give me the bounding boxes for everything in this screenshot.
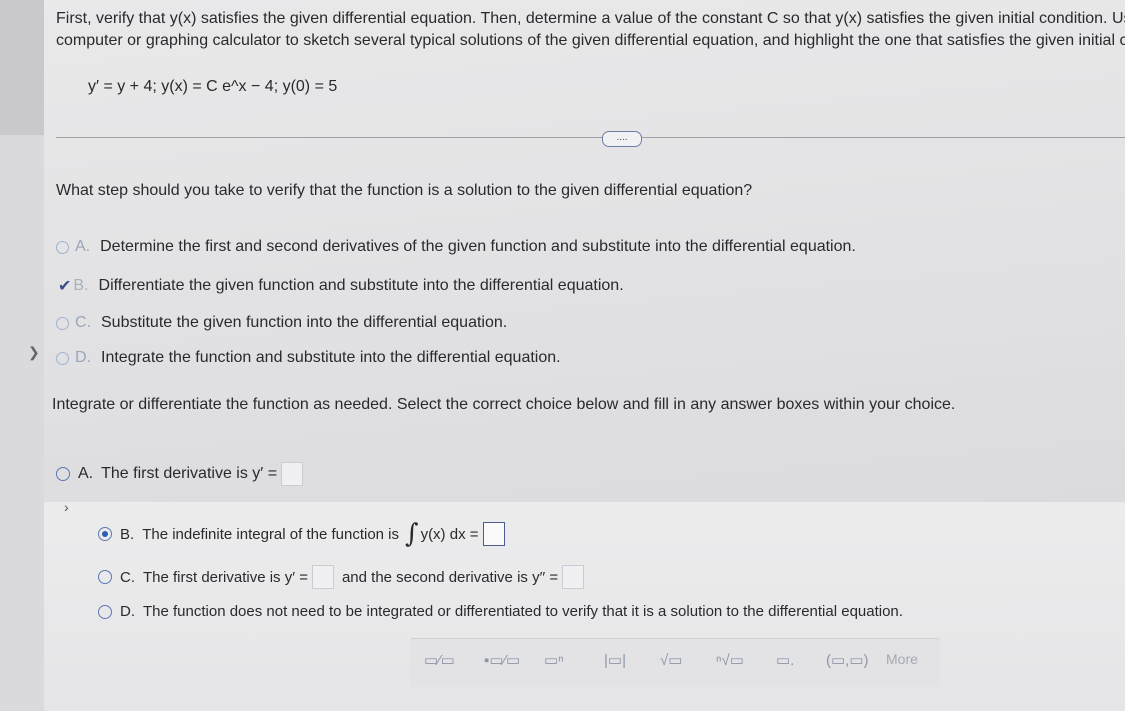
left-sidebar-band — [0, 0, 44, 135]
square-root-icon[interactable]: √▭ — [660, 651, 682, 669]
option-text: The function does not need to be integra… — [143, 603, 903, 620]
first-derivative-answer-box[interactable] — [281, 462, 304, 486]
option-text: The first derivative is y′ = — [101, 465, 278, 482]
option-text: Integrate the function and substitute in… — [101, 349, 561, 366]
option-letter: B. — [120, 525, 135, 543]
absolute-value-icon[interactable]: |▭| — [604, 651, 626, 669]
mixed-number-icon[interactable]: ▪▭⁄▭ — [484, 651, 520, 669]
option-text: Differentiate the given function and sub… — [98, 277, 624, 294]
radio-icon[interactable] — [98, 604, 112, 619]
problem-statement: First, verify that y(x) satisfies the gi… — [56, 8, 1125, 52]
first-derivative-box[interactable] — [311, 565, 334, 589]
expand-button[interactable]: .... — [602, 131, 642, 147]
option-letter: D. — [75, 349, 91, 366]
integral-expression: y(x) dx = — [420, 525, 479, 543]
step1-option-d[interactable]: D. Integrate the function and substitute… — [56, 349, 561, 367]
step1-option-a[interactable]: A. Determine the first and second deriva… — [56, 238, 856, 256]
option-text: The indefinite integral of the function … — [142, 525, 400, 543]
step2-instruction: Integrate or differentiate the function … — [52, 396, 956, 413]
option-letter: A. — [75, 238, 91, 255]
step1-option-c[interactable]: C. Substitute the given function into th… — [56, 314, 507, 332]
option-text: Substitute the given function into the d… — [101, 314, 508, 331]
step2-option-a[interactable]: A. The first derivative is y′ = — [56, 462, 304, 486]
radio-selected-icon[interactable] — [98, 527, 112, 541]
problem-equation: y′ = y + 4; y(x) = C e^x − 4; y(0) = 5 — [88, 78, 338, 95]
problem-line-1: First, verify that y(x) satisfies the gi… — [56, 10, 1125, 27]
radio-icon[interactable] — [56, 467, 70, 481]
option-text: Determine the first and second derivativ… — [100, 238, 856, 255]
problem-line-2: computer or graphing calculator to sketc… — [56, 32, 1125, 49]
exponent-icon[interactable]: ▭ⁿ — [544, 651, 564, 669]
step2-option-c[interactable]: C. The first derivative is y′ = and the … — [98, 565, 585, 589]
radio-icon[interactable] — [56, 316, 69, 330]
option-text: The first derivative is y′ = — [143, 568, 308, 586]
section-divider — [56, 137, 1125, 138]
option-letter: A. — [78, 465, 94, 482]
nth-root-icon[interactable]: ⁿ√▭ — [716, 651, 744, 669]
option-letter: B. — [73, 277, 89, 294]
step1-option-b[interactable]: ✔ B. Differentiate the given function an… — [58, 276, 624, 296]
integral-symbol: ∫ — [405, 519, 419, 549]
second-derivative-box[interactable] — [562, 565, 585, 589]
radio-icon[interactable] — [56, 351, 69, 365]
integral-answer-box[interactable] — [482, 522, 505, 546]
fraction-icon[interactable]: ▭⁄▭ — [424, 651, 455, 669]
decimal-icon[interactable]: ▭. — [776, 651, 794, 669]
step2-option-d[interactable]: D. The function does not need to be inte… — [98, 603, 903, 620]
interval-icon[interactable]: (▭,▭) — [826, 651, 869, 669]
option-letter: D. — [120, 603, 135, 620]
option-letter: C. — [75, 314, 91, 331]
option-letter: C. — [120, 568, 135, 586]
more-button[interactable]: More — [886, 651, 918, 667]
checkmark-icon: ✔ — [58, 278, 72, 295]
panel-arrow-icon: › — [64, 499, 69, 515]
step1-question: What step should you take to verify that… — [56, 182, 753, 199]
radio-icon[interactable] — [56, 240, 69, 254]
option-text-2: and the second derivative is y′′ = — [341, 568, 559, 586]
step2-option-b[interactable]: B. The indefinite integral of the functi… — [98, 519, 505, 549]
radio-icon[interactable] — [98, 570, 112, 584]
collapse-caret-icon[interactable]: ❯ — [28, 344, 40, 361]
